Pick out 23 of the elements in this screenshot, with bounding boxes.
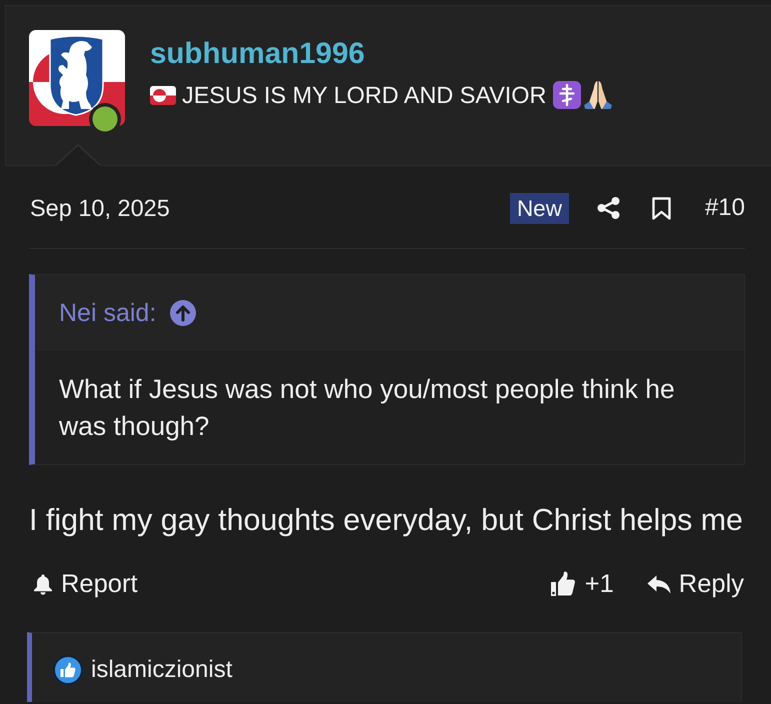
username[interactable]: subhuman1996 (150, 37, 614, 71)
user-title: JESUS IS MY LORD AND SAVIOR (182, 81, 546, 109)
reply-button[interactable]: Reply (646, 570, 744, 598)
flag-icon (150, 86, 176, 104)
like-button[interactable]: +1 (550, 570, 614, 598)
report-button[interactable]: Report (29, 570, 138, 598)
new-badge: New (510, 192, 569, 224)
quote-text: What if Jesus was not who you/most people think he was though? (59, 373, 676, 443)
like-reaction-icon (53, 655, 83, 685)
post-date[interactable]: Sep 10, 2025 (30, 194, 170, 222)
avatar-drawing[interactable] (29, 30, 125, 126)
quote-attribution: Nei said: (59, 298, 156, 328)
praying-hands-icon (583, 80, 614, 110)
thumbs-up-icon (550, 571, 576, 597)
bookmark-icon[interactable] (652, 196, 671, 220)
post-number[interactable]: #10 (704, 194, 745, 222)
arrow-up-circle-icon[interactable] (170, 300, 196, 326)
reaction-username[interactable]: islamiczionist (91, 656, 232, 684)
bell-icon (33, 574, 53, 594)
reply-icon (646, 574, 671, 594)
orthodox-cross-icon (553, 81, 582, 109)
post-message: I fight my gay thoughts everyday, but Christ helps me (29, 502, 744, 538)
share-icon[interactable] (596, 197, 620, 219)
